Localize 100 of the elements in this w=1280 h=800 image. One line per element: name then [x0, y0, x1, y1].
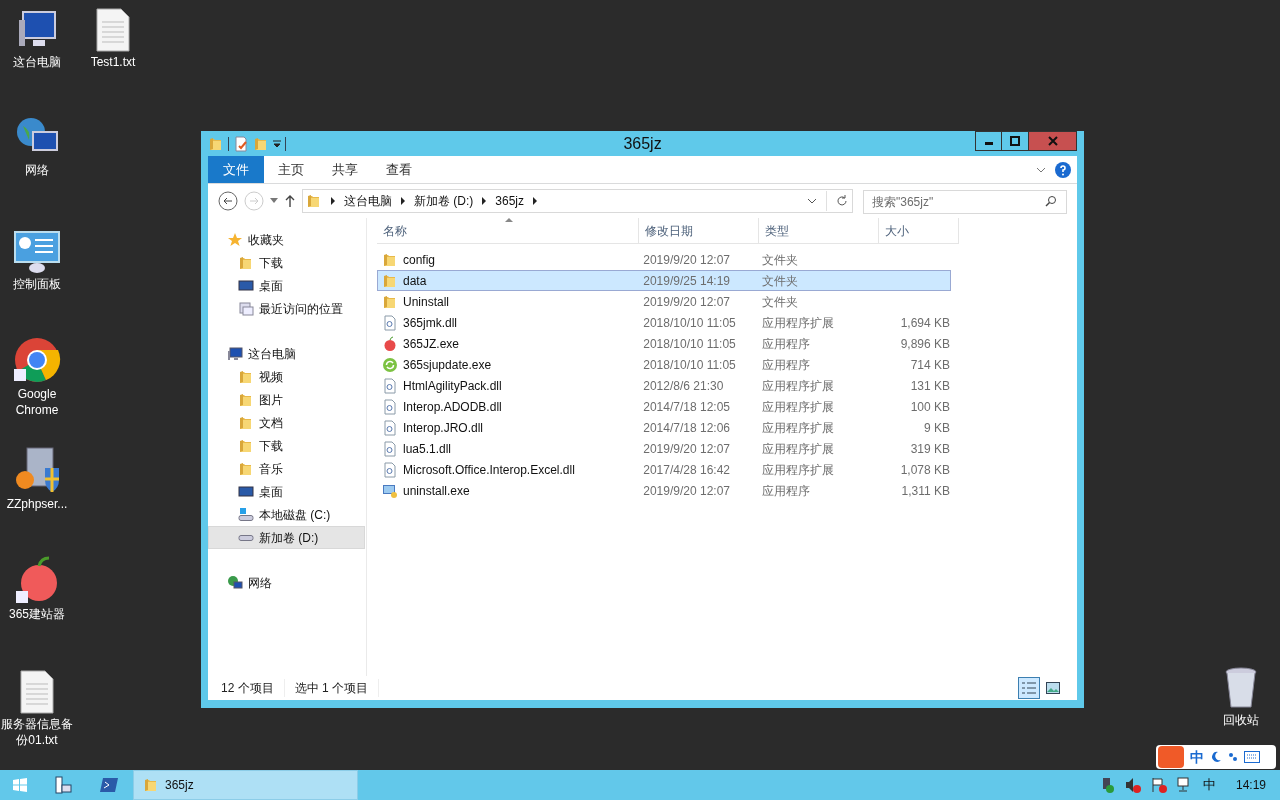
ime-mode: 中 — [1190, 747, 1204, 767]
file-row[interactable]: data 2019/9/25 14:19 文件夹 — [377, 270, 951, 291]
file-size: 1,078 KB — [900, 461, 950, 479]
breadcrumb[interactable]: 新加卷 (D:) — [414, 192, 474, 210]
modified-date: 2019/9/20 12:07 — [642, 482, 731, 500]
refresh-icon — [382, 356, 398, 373]
file-row[interactable]: 365sjupdate.exe 2018/10/10 11:05 应用程序 714 KB — [377, 354, 951, 375]
image-icon — [1046, 682, 1060, 694]
star-icon — [227, 231, 243, 248]
minimize-button[interactable] — [975, 131, 1002, 151]
folder-icon — [238, 391, 254, 408]
nav-pane-item[interactable]: 收藏夹 — [208, 228, 365, 251]
help-icon[interactable] — [1055, 161, 1071, 178]
search-field[interactable]: 搜索"365jz" — [863, 189, 1067, 214]
nav-pane-item[interactable]: 网络 — [208, 571, 365, 594]
folder-icon — [238, 368, 254, 385]
file-row[interactable]: 365JZ.exe 2018/10/10 11:05 应用程序 9,896 KB — [377, 333, 951, 354]
file-type: 应用程序 — [761, 335, 812, 353]
document-gear-icon — [382, 314, 398, 331]
monitor-icon — [238, 483, 254, 500]
desktop-shortcut[interactable]: 网络 — [0, 116, 74, 178]
modified-date: 2018/10/10 11:05 — [642, 335, 737, 353]
document-gear-icon — [382, 440, 398, 457]
flag-error-icon[interactable] — [1150, 777, 1167, 793]
column-header[interactable]: 大小 — [879, 218, 959, 244]
column-header[interactable]: 类型 — [759, 218, 879, 244]
nav-pane-item[interactable]: 桌面 — [208, 480, 365, 503]
nav-pane-item[interactable]: 视频 — [208, 365, 365, 388]
file-row[interactable]: 365jmk.dll 2018/10/10 11:05 应用程序扩展 1,694 KB — [377, 312, 951, 333]
close-button[interactable] — [1029, 131, 1077, 151]
nav-pane-item[interactable]: 下载 — [208, 251, 365, 274]
maximize-button[interactable] — [1002, 131, 1029, 151]
ribbon-tab[interactable]: 查看 — [372, 156, 426, 183]
file-name: config — [403, 251, 436, 269]
clock[interactable]: 14:19 — [1235, 776, 1266, 794]
file-row[interactable]: config 2019/9/20 12:07 文件夹 — [377, 249, 951, 270]
desktop-shortcut[interactable]: 服务器信息备份01.txt — [0, 670, 74, 748]
file-menu-tab[interactable]: 文件 — [208, 156, 264, 183]
file-row[interactable]: Interop.JRO.dll 2014/7/18 12:06 应用程序扩展 9 KB — [377, 417, 951, 438]
ribbon-tab[interactable]: 主页 — [264, 156, 318, 183]
file-name: Microsoft.Office.Interop.Excel.dll — [403, 461, 575, 479]
folder-icon — [208, 135, 224, 152]
desktop-shortcut[interactable]: 这台电脑 — [0, 8, 74, 70]
server-shield-icon — [13, 446, 61, 494]
ribbon-tab[interactable]: 共享 — [318, 156, 372, 183]
terminal-icon — [100, 777, 118, 793]
apple-icon — [15, 556, 59, 604]
modified-date: 2017/4/28 16:42 — [642, 461, 731, 479]
address-bar[interactable]: 这台电脑 新加卷 (D:) 365jz — [302, 189, 853, 213]
desktop-shortcut[interactable]: Test1.txt — [76, 8, 150, 70]
text-file-icon — [95, 8, 131, 52]
file-size: 100 KB — [910, 398, 950, 416]
breadcrumb[interactable]: 这台电脑 — [344, 192, 392, 210]
item-count: 12 个项目 — [221, 679, 285, 697]
refresh-icon[interactable] — [835, 194, 849, 208]
document-gear-icon — [382, 419, 398, 436]
desktop-shortcut[interactable]: 控制面板 — [0, 230, 74, 292]
modified-date: 2019/9/20 12:07 — [642, 251, 731, 269]
dropdown-caret-icon[interactable] — [270, 198, 278, 204]
file-size: 1,311 KB — [901, 482, 950, 500]
nav-pane-item[interactable]: 最近访问的位置 — [208, 297, 365, 320]
nav-pane-item[interactable]: 下载 — [208, 434, 365, 457]
nav-pane-item[interactable]: 这台电脑 — [208, 342, 365, 365]
file-row[interactable]: uninstall.exe 2019/9/20 12:07 应用程序 1,311 KB — [377, 480, 951, 501]
nav-pane-item[interactable]: 桌面 — [208, 274, 365, 297]
desktop-shortcut[interactable]: ZZphpser... — [0, 446, 74, 512]
properties-icon[interactable] — [233, 135, 249, 152]
desktop-shortcut[interactable]: Google Chrome — [0, 336, 74, 418]
desktop-shortcut[interactable]: 365建站器 — [0, 556, 74, 622]
taskbar-window-button[interactable]: 365jz — [133, 770, 358, 800]
file-row[interactable]: Interop.ADODB.dll 2014/7/18 12:05 应用程序扩展 100 KB — [377, 396, 951, 417]
file-row[interactable]: Microsoft.Office.Interop.Excel.dll 2017/4/28 16:42 应用程序扩展 1,078 KB — [377, 459, 951, 480]
document-gear-icon — [382, 377, 398, 394]
nav-pane-item[interactable]: 图片 — [208, 388, 365, 411]
sort-arrow-icon — [505, 218, 513, 222]
computer-icon — [227, 345, 243, 362]
apple-icon — [382, 335, 398, 352]
file-row[interactable]: lua5.1.dll 2019/9/20 12:07 应用程序扩展 319 KB — [377, 438, 951, 459]
column-header[interactable]: 名称 — [377, 218, 639, 244]
breadcrumb[interactable]: 365jz — [495, 192, 524, 210]
file-row[interactable]: HtmlAgilityPack.dll 2012/8/6 21:30 应用程序扩展 131 KB — [377, 375, 951, 396]
nav-pane-item[interactable]: 新加卷 (D:) — [208, 526, 365, 549]
nav-pane-item[interactable]: 本地磁盘 (C:) — [208, 503, 365, 526]
document-gear-icon — [382, 398, 398, 415]
speaker-muted-icon[interactable] — [1124, 777, 1141, 793]
desktop-icon-label: 控制面板 — [13, 276, 61, 292]
column-header[interactable]: 修改日期 — [639, 218, 759, 244]
text-file-icon — [19, 670, 55, 714]
folder-icon — [238, 460, 254, 477]
up-arrow-icon[interactable] — [284, 194, 296, 208]
nav-pane-item[interactable]: 文档 — [208, 411, 365, 434]
file-row[interactable]: Uninstall 2019/9/20 12:07 文件夹 — [377, 291, 951, 312]
moon-icon — [1210, 751, 1222, 763]
desktop-icon-label: 365建站器 — [9, 606, 65, 622]
ime-toolbar[interactable]: 中 — [1156, 745, 1276, 769]
desktop-shortcut[interactable]: 回收站 — [1204, 666, 1278, 728]
window-title: 365jz — [623, 133, 662, 154]
nav-pane-item[interactable]: 音乐 — [208, 457, 365, 480]
input-language[interactable]: 中 — [1202, 775, 1216, 795]
dropdown-caret-icon[interactable] — [273, 139, 281, 148]
